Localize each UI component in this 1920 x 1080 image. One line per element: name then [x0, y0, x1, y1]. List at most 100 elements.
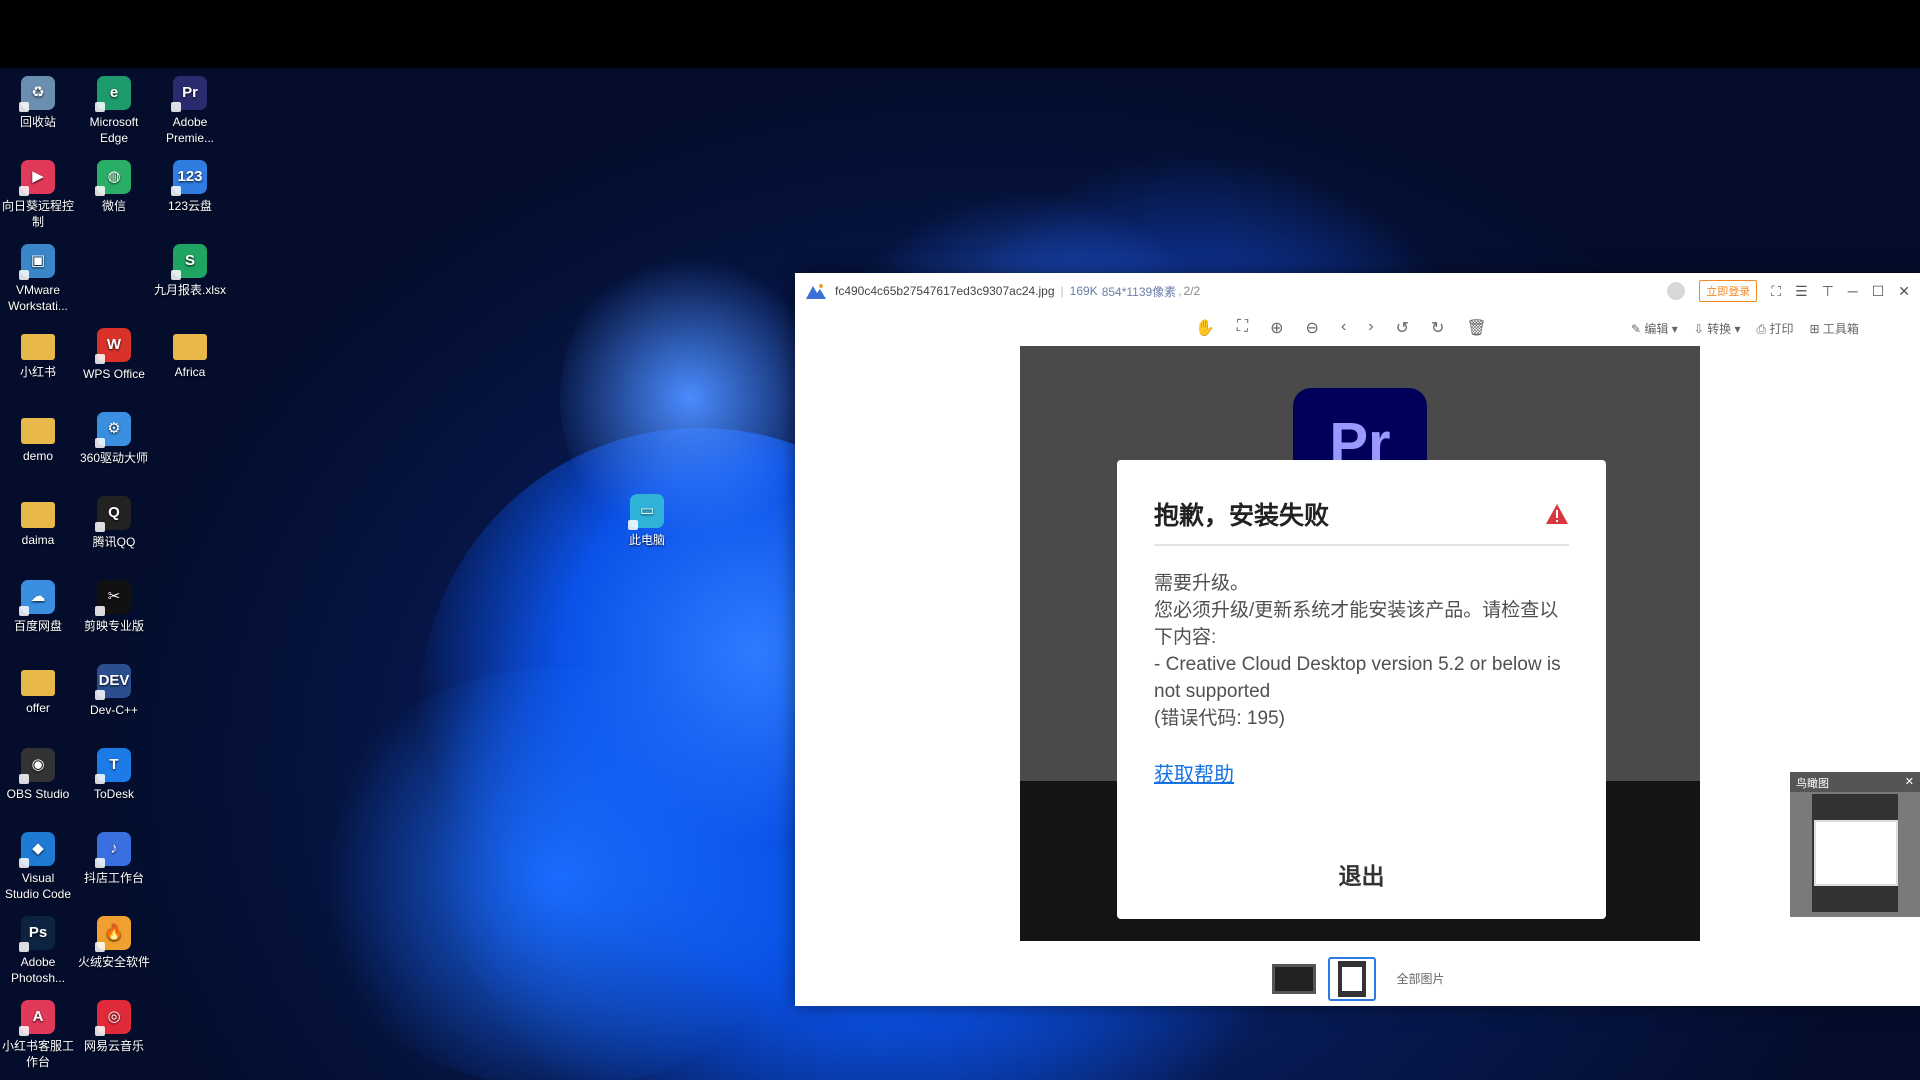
- fullscreen-icon[interactable]: ⛶: [1771, 283, 1781, 300]
- desktop-icon-label: 此电脑: [628, 533, 665, 547]
- all-pictures-link[interactable]: 全部图片: [1396, 970, 1444, 987]
- convert-button[interactable]: ⇩ 转换 ▾: [1694, 320, 1741, 337]
- desktop-icon[interactable]: 🔥 火绒安全软件: [76, 916, 152, 970]
- viewer-titlebar[interactable]: fc490c4c65b27547617ed3c9307ac24.jpg | 16…: [795, 273, 1920, 309]
- desktop-icon[interactable]: A 小红书客服工 作台: [0, 1000, 76, 1070]
- delete-icon[interactable]: 🗑: [1466, 318, 1486, 338]
- desktop-icon-glyph: [21, 418, 55, 444]
- desktop-icon-label: ToDesk: [93, 787, 134, 801]
- desktop-icon[interactable]: e Microsoft Edge: [76, 76, 152, 146]
- desktop-icon[interactable]: W WPS Office: [76, 328, 152, 382]
- desktop-icon-label: Adobe Photosh...: [10, 955, 66, 985]
- desktop-icon-label: OBS Studio: [6, 787, 70, 801]
- desktop-icon[interactable]: daima: [0, 496, 76, 548]
- desktop-icon[interactable]: DEV Dev-C++: [76, 664, 152, 718]
- fit-window-icon[interactable]: ⛶: [1237, 318, 1248, 338]
- desktop-icon-glyph: ◎: [95, 1000, 131, 1036]
- action-tools: ✎ 编辑 ▾ ⇩ 转换 ▾ ⎙ 打印 ⊞ 工具箱: [1631, 320, 1859, 337]
- file-name: fc490c4c65b27547617ed3c9307ac24.jpg: [835, 284, 1055, 298]
- desktop-icon[interactable]: ▣ VMware Workstati...: [0, 244, 76, 314]
- desktop-icon[interactable]: ☁ 百度网盘: [0, 580, 76, 634]
- zoom-out-icon[interactable]: ⊖: [1306, 318, 1319, 338]
- desktop-icon[interactable]: 123 123云盘: [152, 160, 228, 214]
- desktop-icon[interactable]: demo: [0, 412, 76, 464]
- desktop-icon-glyph: ♻: [19, 76, 55, 112]
- desktop-icon-label: Adobe Premie...: [165, 115, 214, 145]
- desktop-icon-label: Visual Studio Code: [4, 871, 72, 901]
- desktop-icon[interactable]: offer: [0, 664, 76, 716]
- hand-icon[interactable]: ✋: [1195, 318, 1215, 338]
- edit-button[interactable]: ✎ 编辑 ▾: [1631, 320, 1678, 337]
- desktop-icon-glyph: W: [95, 328, 131, 364]
- thumbnail-2-image: [1338, 960, 1367, 997]
- desktop-icon-label: VMware Workstati...: [8, 283, 68, 313]
- menu-icon[interactable]: ☰: [1795, 283, 1808, 300]
- desktop-icon-glyph: ▭: [628, 494, 664, 530]
- image-viewer-window[interactable]: fc490c4c65b27547617ed3c9307ac24.jpg | 16…: [795, 273, 1920, 1006]
- navigator-viewport-frame[interactable]: [1814, 820, 1898, 886]
- maximize-icon[interactable]: ☐: [1872, 283, 1885, 300]
- desktop-icon-glyph: [21, 502, 55, 528]
- desktop-icon[interactable]: Ps Adobe Photosh...: [0, 916, 76, 986]
- desktop-icon[interactable]: ✂ 剪映专业版: [76, 580, 152, 634]
- desktop-icon-label: 回收站: [19, 115, 56, 129]
- desktop-icon[interactable]: ◎ 网易云音乐: [76, 1000, 152, 1054]
- displayed-image[interactable]: Pr 抱歉，安装失败 需要升级。 您必须升级/更新系统才能安装该产品。请检查以下…: [1020, 346, 1700, 941]
- desktop-icon-glyph: ☁: [19, 580, 55, 616]
- desktop-icon[interactable]: ◍ 微信: [76, 160, 152, 214]
- image-dimensions[interactable]: 854*1139像素: [1102, 283, 1177, 300]
- get-help-link[interactable]: 获取帮助: [1154, 758, 1234, 787]
- navigator-title: 鸟瞰图: [1796, 778, 1829, 790]
- login-button[interactable]: 立即登录: [1699, 280, 1758, 302]
- desktop-icon-glyph: DEV: [95, 664, 131, 700]
- desktop-icon-glyph: ✂: [95, 580, 131, 616]
- desktop-icon-label: daima: [21, 533, 55, 547]
- desktop-icon-label: Microsoft Edge: [89, 115, 139, 145]
- desktop-icon[interactable]: 小红书: [0, 328, 76, 380]
- title-separator: |: [1060, 284, 1064, 298]
- zoom-in-icon[interactable]: ⊕: [1270, 318, 1283, 338]
- desktop-icon-label: 百度网盘: [13, 619, 62, 633]
- desktop-icon[interactable]: Africa: [152, 328, 228, 380]
- print-button[interactable]: ⎙ 打印: [1757, 320, 1794, 337]
- desktop-icon-glyph: A: [19, 1000, 55, 1036]
- desktop-icon[interactable]: ◆ Visual Studio Code: [0, 832, 76, 902]
- dialog-title-row: 抱歉，安装失败: [1154, 496, 1569, 532]
- rotate-left-icon[interactable]: ↺: [1396, 318, 1409, 338]
- next-icon[interactable]: ›: [1368, 318, 1373, 338]
- rotate-right-icon[interactable]: ↻: [1431, 318, 1444, 338]
- desktop-icon[interactable]: Q 腾讯QQ: [76, 496, 152, 550]
- desktop-icon[interactable]: ▶ 向日葵远程控 制: [0, 160, 76, 230]
- desktop-icon[interactable]: ▭ 此电脑: [609, 494, 685, 548]
- desktop-icon[interactable]: ◉ OBS Studio: [0, 748, 76, 802]
- thumbnail-2[interactable]: [1328, 956, 1377, 1001]
- body-line-4: (错误代码: 195): [1154, 708, 1285, 729]
- navigator-close-icon[interactable]: ✕: [1905, 775, 1914, 789]
- desktop-icon[interactable]: Pr Adobe Premie...: [152, 76, 228, 146]
- thumbnail-1[interactable]: [1270, 957, 1318, 1001]
- navigator-panel[interactable]: 鸟瞰图 ✕: [1790, 772, 1920, 917]
- file-size[interactable]: 169K: [1070, 284, 1098, 298]
- desktop-icon[interactable]: ♪ 抖店工作台: [76, 832, 152, 886]
- desktop-icon-glyph: T: [95, 748, 131, 784]
- body-line-1: 需要升级。: [1154, 573, 1250, 594]
- desktop-icon-glyph: [21, 334, 55, 360]
- toolbox-button[interactable]: ⊞ 工具箱: [1809, 320, 1858, 337]
- user-avatar[interactable]: [1667, 282, 1686, 300]
- desktop-icon[interactable]: T ToDesk: [76, 748, 152, 802]
- desktop-icon-label: 网易云音乐: [83, 1039, 144, 1053]
- desktop-icon-label: Africa: [174, 365, 206, 379]
- desktop-icon[interactable]: S 九月报表.xlsx: [152, 244, 228, 298]
- desktop-icon[interactable]: ♻ 回收站: [0, 76, 76, 130]
- desktop-icon-glyph: ⚙: [95, 412, 131, 448]
- minimize-icon[interactable]: ─: [1848, 283, 1858, 299]
- desktop-icon[interactable]: ⚙ 360驱动大师: [76, 412, 152, 466]
- previous-icon[interactable]: ‹: [1341, 318, 1346, 338]
- desktop-icon-label: WPS Office: [83, 367, 145, 381]
- install-failed-dialog: 抱歉，安装失败 需要升级。 您必须升级/更新系统才能安装该产品。请检查以下内容:…: [1117, 460, 1606, 919]
- pin-icon[interactable]: ⊤: [1822, 283, 1834, 300]
- desktop-icon-label: 小红书客服工 作台: [1, 1039, 74, 1069]
- close-icon[interactable]: ✕: [1898, 283, 1910, 300]
- thumbnail-1-image: [1272, 963, 1317, 994]
- exit-button[interactable]: 退出: [1117, 857, 1606, 891]
